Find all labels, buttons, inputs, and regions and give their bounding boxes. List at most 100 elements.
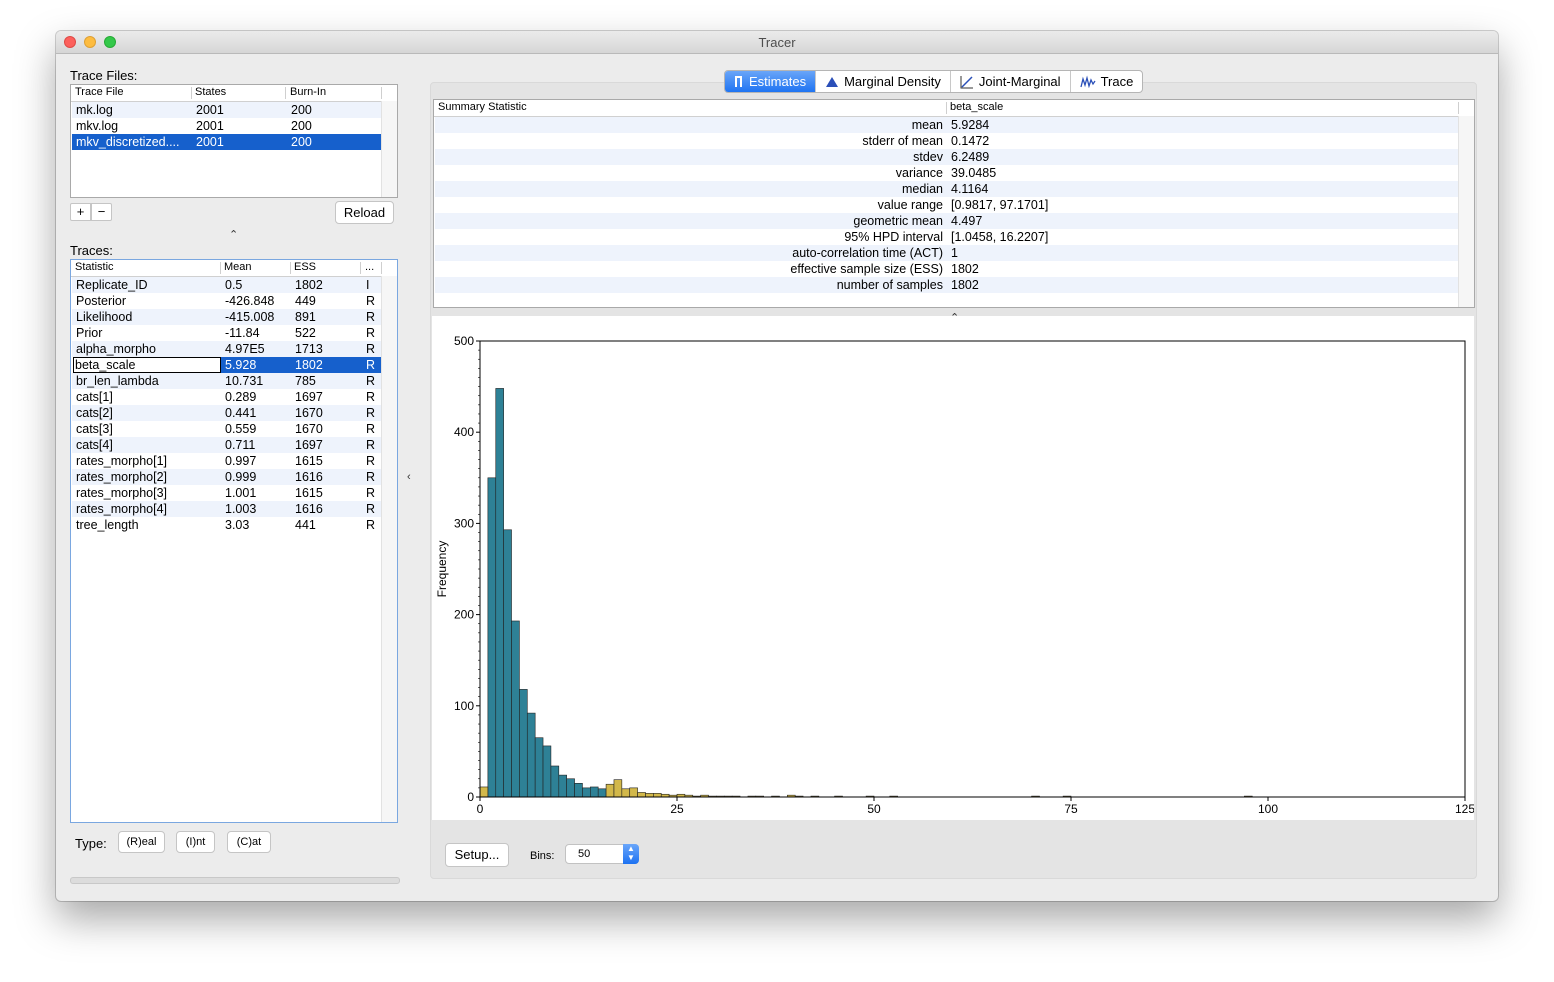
bins-select[interactable]: 50 ▲ ▼ — [565, 844, 639, 864]
trace-files-scrollbar[interactable] — [381, 101, 397, 197]
summary-row: 95% HPD interval [1.0458, 16.2207] — [435, 229, 1459, 245]
trace-ess: 441 — [295, 518, 316, 532]
add-trace-file-button[interactable]: + — [70, 203, 91, 221]
plot-frame — [479, 340, 1466, 798]
trace-row[interactable]: cats[1] 0.289 1697 R — [72, 389, 381, 405]
histogram-bar — [487, 477, 497, 798]
x-tick-label: 125 — [1455, 802, 1474, 816]
y-tick-label: 100 — [454, 699, 474, 713]
summary-row: mean 5.9284 — [435, 117, 1459, 133]
view-tabs: Estimates Marginal Density Joint-Margina… — [724, 70, 1144, 93]
histogram-svg: 0 100 200 300 400 500 0 25 50 75 100 125 beta_scale F… — [435, 334, 1475, 833]
trace-statistic: tree_length — [76, 518, 139, 532]
trace-row[interactable]: cats[2] 0.441 1670 R — [72, 405, 381, 421]
trace-mean: 10.731 — [225, 374, 264, 388]
trace-file-row[interactable]: mkv.log 2001 200 — [72, 118, 381, 134]
trace-row[interactable]: rates_morpho[2] 0.999 1616 R — [72, 469, 381, 485]
trace-mean: 0.997 — [225, 454, 257, 468]
tab-estimates-label: Estimates — [749, 74, 807, 89]
header-beta-scale[interactable]: beta_scale — [950, 101, 1003, 113]
trace-mean: 0.999 — [225, 470, 257, 484]
summary-statistics-table[interactable]: Summary Statistic beta_scale mean 5.9284 s… — [433, 99, 1475, 308]
trace-row[interactable]: tree_length 3.03 441 R — [72, 517, 381, 533]
trace-statistic: cats[4] — [76, 438, 113, 452]
trace-row[interactable]: cats[4] 0.711 1697 R — [72, 437, 381, 453]
setup-button[interactable]: Setup... — [445, 843, 509, 867]
horizontal-scrollbar[interactable] — [70, 877, 400, 884]
trace-mean: 0.711 — [225, 438, 256, 452]
tab-joint-marginal-label: Joint-Marginal — [978, 74, 1061, 89]
trace-ess: 1802 — [295, 278, 323, 292]
trace-files-table[interactable]: Trace File States Burn-In mk.log 2001 200 m… — [70, 84, 398, 198]
header-states[interactable]: States — [195, 86, 226, 98]
histogram-bar — [558, 774, 567, 798]
type-cat-button[interactable]: (C)at — [227, 831, 271, 853]
tab-joint-marginal[interactable]: Joint-Marginal — [951, 71, 1071, 92]
x-axis-label: beta_scale — [943, 819, 1001, 820]
type-real-button[interactable]: (R)eal — [118, 831, 165, 853]
traces-table[interactable]: Statistic Mean ESS ... Replicate_ID 0.5 18… — [70, 259, 398, 823]
trace-file-row[interactable]: mkv_discretized.... 2001 200 — [72, 134, 381, 150]
summary-key: median — [902, 182, 943, 196]
trace-ess: 1670 — [295, 422, 323, 436]
remove-trace-file-button[interactable]: − — [91, 203, 112, 221]
trace-file-burnin[interactable]: 200 — [291, 135, 312, 149]
summary-value: [0.9817, 97.1701] — [951, 198, 1049, 212]
header-trace-file[interactable]: Trace File — [75, 86, 124, 98]
trace-mean: 1.001 — [225, 486, 257, 500]
trace-row[interactable]: Likelihood -415.008 891 R — [72, 309, 381, 325]
header-ess[interactable]: ESS — [294, 261, 316, 273]
trace-file-burnin[interactable]: 200 — [291, 103, 312, 117]
trace-row[interactable]: rates_morpho[3] 1.001 1615 R — [72, 485, 381, 501]
histogram-bar — [613, 779, 623, 798]
header-statistic[interactable]: Statistic — [75, 261, 114, 273]
trace-mean: -426.848 — [225, 294, 275, 308]
header-mean[interactable]: Mean — [224, 261, 252, 273]
histogram-bar — [653, 793, 662, 798]
trace-row[interactable]: Prior -11.84 522 R — [72, 325, 381, 341]
y-tick-label: 500 — [454, 334, 474, 348]
trace-row[interactable]: Posterior -426.848 449 R — [72, 293, 381, 309]
summary-value: [1.0458, 16.2207] — [951, 230, 1049, 244]
trace-file-name: mkv.log — [76, 119, 119, 133]
trace-type: R — [366, 502, 376, 516]
tab-estimates[interactable]: Estimates — [725, 71, 817, 92]
summary-scrollbar[interactable] — [1458, 116, 1474, 307]
reload-button[interactable]: Reload — [335, 201, 394, 224]
trace-row[interactable]: cats[3] 0.559 1670 R — [72, 421, 381, 437]
summary-key: auto-correlation time (ACT) — [792, 246, 943, 260]
tab-trace-label: Trace — [1100, 74, 1134, 89]
trace-ess: 1615 — [295, 454, 323, 468]
header-type[interactable]: ... — [365, 261, 374, 273]
histogram-bar — [645, 793, 654, 798]
type-label: Type: — [75, 836, 107, 851]
header-summary-statistic[interactable]: Summary Statistic — [438, 101, 527, 113]
summary-value: 5.9284 — [951, 118, 990, 132]
trace-row[interactable]: alpha_morpho 4.97E5 1713 R — [72, 341, 381, 357]
trace-row[interactable]: Replicate_ID 0.5 1802 I — [72, 277, 381, 293]
trace-row[interactable]: br_len_lambda 10.731 785 R — [72, 373, 381, 389]
summary-row: geometric mean 4.497 — [435, 213, 1459, 229]
tab-trace[interactable]: Trace — [1071, 71, 1143, 92]
summary-key: number of samples — [836, 278, 943, 292]
header-burn-in[interactable]: Burn-In — [290, 86, 326, 98]
trace-file-row[interactable]: mk.log 2001 200 — [72, 102, 381, 118]
horizontal-split-handle-icon[interactable]: ‹ — [407, 471, 411, 483]
x-tick-label: 25 — [670, 802, 684, 816]
trace-row[interactable]: rates_morpho[1] 0.997 1615 R — [72, 453, 381, 469]
chevron-up-down-icon[interactable]: ▲ ▼ — [623, 844, 639, 864]
split-divider-handle-icon[interactable]: ⌃ — [229, 228, 238, 241]
tab-marginal-density[interactable]: Marginal Density — [816, 71, 951, 92]
trace-file-burnin[interactable]: 200 — [291, 119, 312, 133]
trace-statistic: rates_morpho[2] — [76, 470, 168, 484]
trace-file-states: 2001 — [196, 135, 224, 149]
type-int-button[interactable]: (I)nt — [176, 831, 215, 853]
trace-row[interactable]: beta_scale 5.928 1802 R — [72, 357, 381, 373]
trace-file-name: mkv_discretized.... — [76, 135, 180, 149]
bins-label: Bins: — [530, 850, 555, 862]
trace-ess: 1670 — [295, 406, 323, 420]
traces-scrollbar[interactable] — [381, 276, 397, 822]
y-tick-label: 200 — [454, 608, 474, 622]
trace-row[interactable]: rates_morpho[4] 1.003 1616 R — [72, 501, 381, 517]
summary-row: stderr of mean 0.1472 — [435, 133, 1459, 149]
